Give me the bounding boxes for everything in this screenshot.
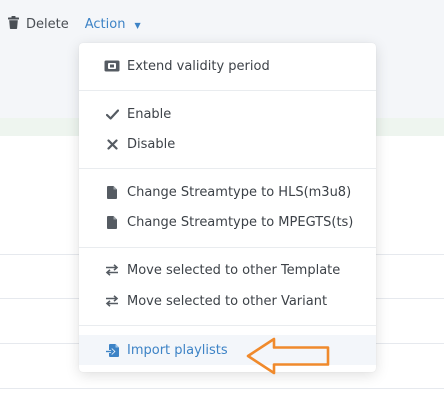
menu-item-label: Move selected to other Template: [127, 262, 341, 278]
menu-item-enable[interactable]: Enable: [79, 99, 376, 129]
ticket-icon: [103, 57, 121, 75]
row-divider: [0, 388, 444, 389]
file-icon: [103, 213, 121, 231]
toolbar: Delete Action ▼: [8, 14, 141, 34]
menu-divider: [79, 168, 376, 169]
menu-item-move-template[interactable]: Move selected to other Template: [79, 255, 376, 285]
menu-divider: [79, 325, 376, 326]
menu-item-label: Change Streamtype to MPEGTS(ts): [127, 214, 354, 230]
file-icon: [103, 183, 121, 201]
action-label: Action: [84, 16, 126, 32]
menu-item-label: Change Streamtype to HLS(m3u8): [127, 184, 352, 200]
file-import-icon: [103, 341, 121, 359]
menu-item-label: Enable: [127, 106, 172, 122]
action-dropdown-menu: Extend validity period Enable Disable Ch…: [79, 43, 376, 372]
menu-item-label: Move selected to other Variant: [127, 293, 328, 309]
annotation-arrow-icon: [246, 337, 330, 375]
menu-item-disable[interactable]: Disable: [79, 129, 376, 159]
menu-divider: [79, 90, 376, 91]
action-dropdown-button[interactable]: Action ▼: [85, 17, 141, 32]
menu-divider: [79, 247, 376, 248]
trash-icon: [8, 15, 19, 33]
menu-item-move-variant[interactable]: Move selected to other Variant: [79, 286, 376, 316]
menu-item-label: Extend validity period: [127, 58, 270, 74]
delete-button[interactable]: Delete: [8, 15, 69, 33]
exchange-icon: [103, 261, 121, 279]
caret-down-icon: ▼: [134, 20, 141, 30]
delete-label: Delete: [26, 16, 69, 32]
menu-item-import-playlists[interactable]: Import playlists: [79, 335, 376, 365]
menu-item-label: Import playlists: [127, 342, 228, 358]
menu-item-streamtype-hls[interactable]: Change Streamtype to HLS(m3u8): [79, 177, 376, 207]
menu-item-extend-validity[interactable]: Extend validity period: [79, 51, 376, 81]
check-icon: [103, 105, 121, 123]
x-icon: [103, 135, 121, 153]
menu-item-label: Disable: [127, 136, 176, 152]
exchange-icon: [103, 292, 121, 310]
menu-item-streamtype-mpegts[interactable]: Change Streamtype to MPEGTS(ts): [79, 207, 376, 237]
